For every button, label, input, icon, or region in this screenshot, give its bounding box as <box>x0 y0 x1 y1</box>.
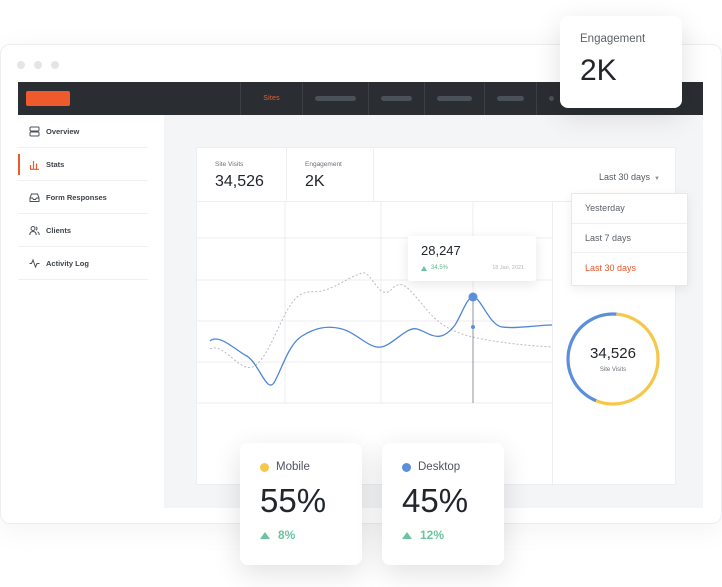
dropdown-option-last-30-days[interactable]: Last 30 days <box>572 253 687 283</box>
device-change: 12% <box>420 528 445 542</box>
dropdown-option-yesterday[interactable]: Yesterday <box>572 194 687 224</box>
nav-tabs: Sites <box>240 82 566 115</box>
sidebar: Overview Stats Form Responses Clients Ac… <box>18 115 164 508</box>
sidebar-item-label: Activity Log <box>46 258 89 268</box>
chart-tooltip: 28,247 34.5% 18 Jan, 2021 <box>408 236 536 281</box>
chart-grid <box>197 201 552 404</box>
device-percent: 55% <box>260 482 327 519</box>
tab-placeholder[interactable] <box>484 82 536 115</box>
sidebar-item-stats[interactable]: Stats <box>18 148 148 181</box>
comparison-point <box>471 325 475 329</box>
trend-up-icon <box>260 531 270 539</box>
inbox-icon <box>28 191 40 203</box>
trend-up-icon <box>402 531 412 539</box>
sidebar-item-form-responses[interactable]: Form Responses <box>18 181 148 214</box>
engagement-value: 2K <box>580 54 617 87</box>
server-icon <box>28 125 40 137</box>
engagement-label: Engagement <box>580 33 646 45</box>
activity-icon <box>28 257 40 269</box>
date-range-dropdown: Yesterday Last 7 days Last 30 days <box>571 193 688 286</box>
device-label: Mobile <box>276 461 310 473</box>
tab-label-placeholder <box>437 96 472 101</box>
window-controls <box>17 61 59 69</box>
sidebar-item-clients[interactable]: Clients <box>18 214 148 247</box>
tooltip-change: 34.5% <box>431 265 449 271</box>
desktop-legend-dot <box>402 462 411 472</box>
donut-value: 34,526 <box>590 345 636 362</box>
stat-site-visits: Site Visits 34,526 <box>197 148 287 201</box>
stat-engagement: Engagement 2K <box>287 148 374 201</box>
dropdown-option-last-7-days[interactable]: Last 7 days <box>572 224 687 253</box>
tab-label-placeholder <box>497 96 524 101</box>
tooltip-value: 28,247 <box>421 243 461 258</box>
stat-label: Engagement <box>305 161 342 168</box>
bar-chart-icon <box>28 158 40 170</box>
sidebar-item-label: Overview <box>46 126 80 136</box>
date-range-value: Last 30 days <box>599 172 651 182</box>
hover-point <box>468 292 478 302</box>
caret-down-icon: ▼ <box>654 176 660 182</box>
sidebar-item-label: Form Responses <box>46 192 107 202</box>
window-dot[interactable] <box>34 61 42 69</box>
tab-placeholder[interactable] <box>368 82 424 115</box>
window-dot[interactable] <box>17 61 25 69</box>
tab-label-placeholder <box>315 96 356 101</box>
device-label: Desktop <box>418 461 461 473</box>
stat-label: Site Visits <box>215 161 244 168</box>
window-dot[interactable] <box>51 61 59 69</box>
engagement-card: Engagement 2K <box>560 16 682 108</box>
tab-label: Sites <box>263 95 280 102</box>
sidebar-item-label: Stats <box>46 159 65 169</box>
device-percent: 45% <box>402 482 469 519</box>
desktop-card: Desktop 45% 12% <box>382 443 504 565</box>
tab-label-placeholder <box>549 96 554 101</box>
sidebar-item-label: Clients <box>46 225 72 235</box>
donut-label: Site Visits <box>599 367 627 373</box>
stat-value: 34,526 <box>215 173 264 190</box>
tab-label-placeholder <box>381 96 412 101</box>
tab-placeholder[interactable] <box>302 82 368 115</box>
mobile-card: Mobile 55% 8% <box>240 443 362 565</box>
tooltip-date: 18 Jan, 2021 <box>492 265 524 271</box>
date-range-select[interactable]: Last 30 days ▼ <box>599 172 660 182</box>
tab-placeholder[interactable] <box>424 82 484 115</box>
tab-sites[interactable]: Sites <box>240 82 302 115</box>
users-icon <box>28 224 40 236</box>
brand-logo[interactable] <box>26 91 70 106</box>
device-change: 8% <box>278 528 296 542</box>
sidebar-item-activity-log[interactable]: Activity Log <box>18 247 148 280</box>
mobile-legend-dot <box>260 462 269 472</box>
sidebar-item-overview[interactable]: Overview <box>18 115 148 148</box>
trend-up-icon <box>421 266 427 271</box>
stat-value: 2K <box>305 173 325 190</box>
